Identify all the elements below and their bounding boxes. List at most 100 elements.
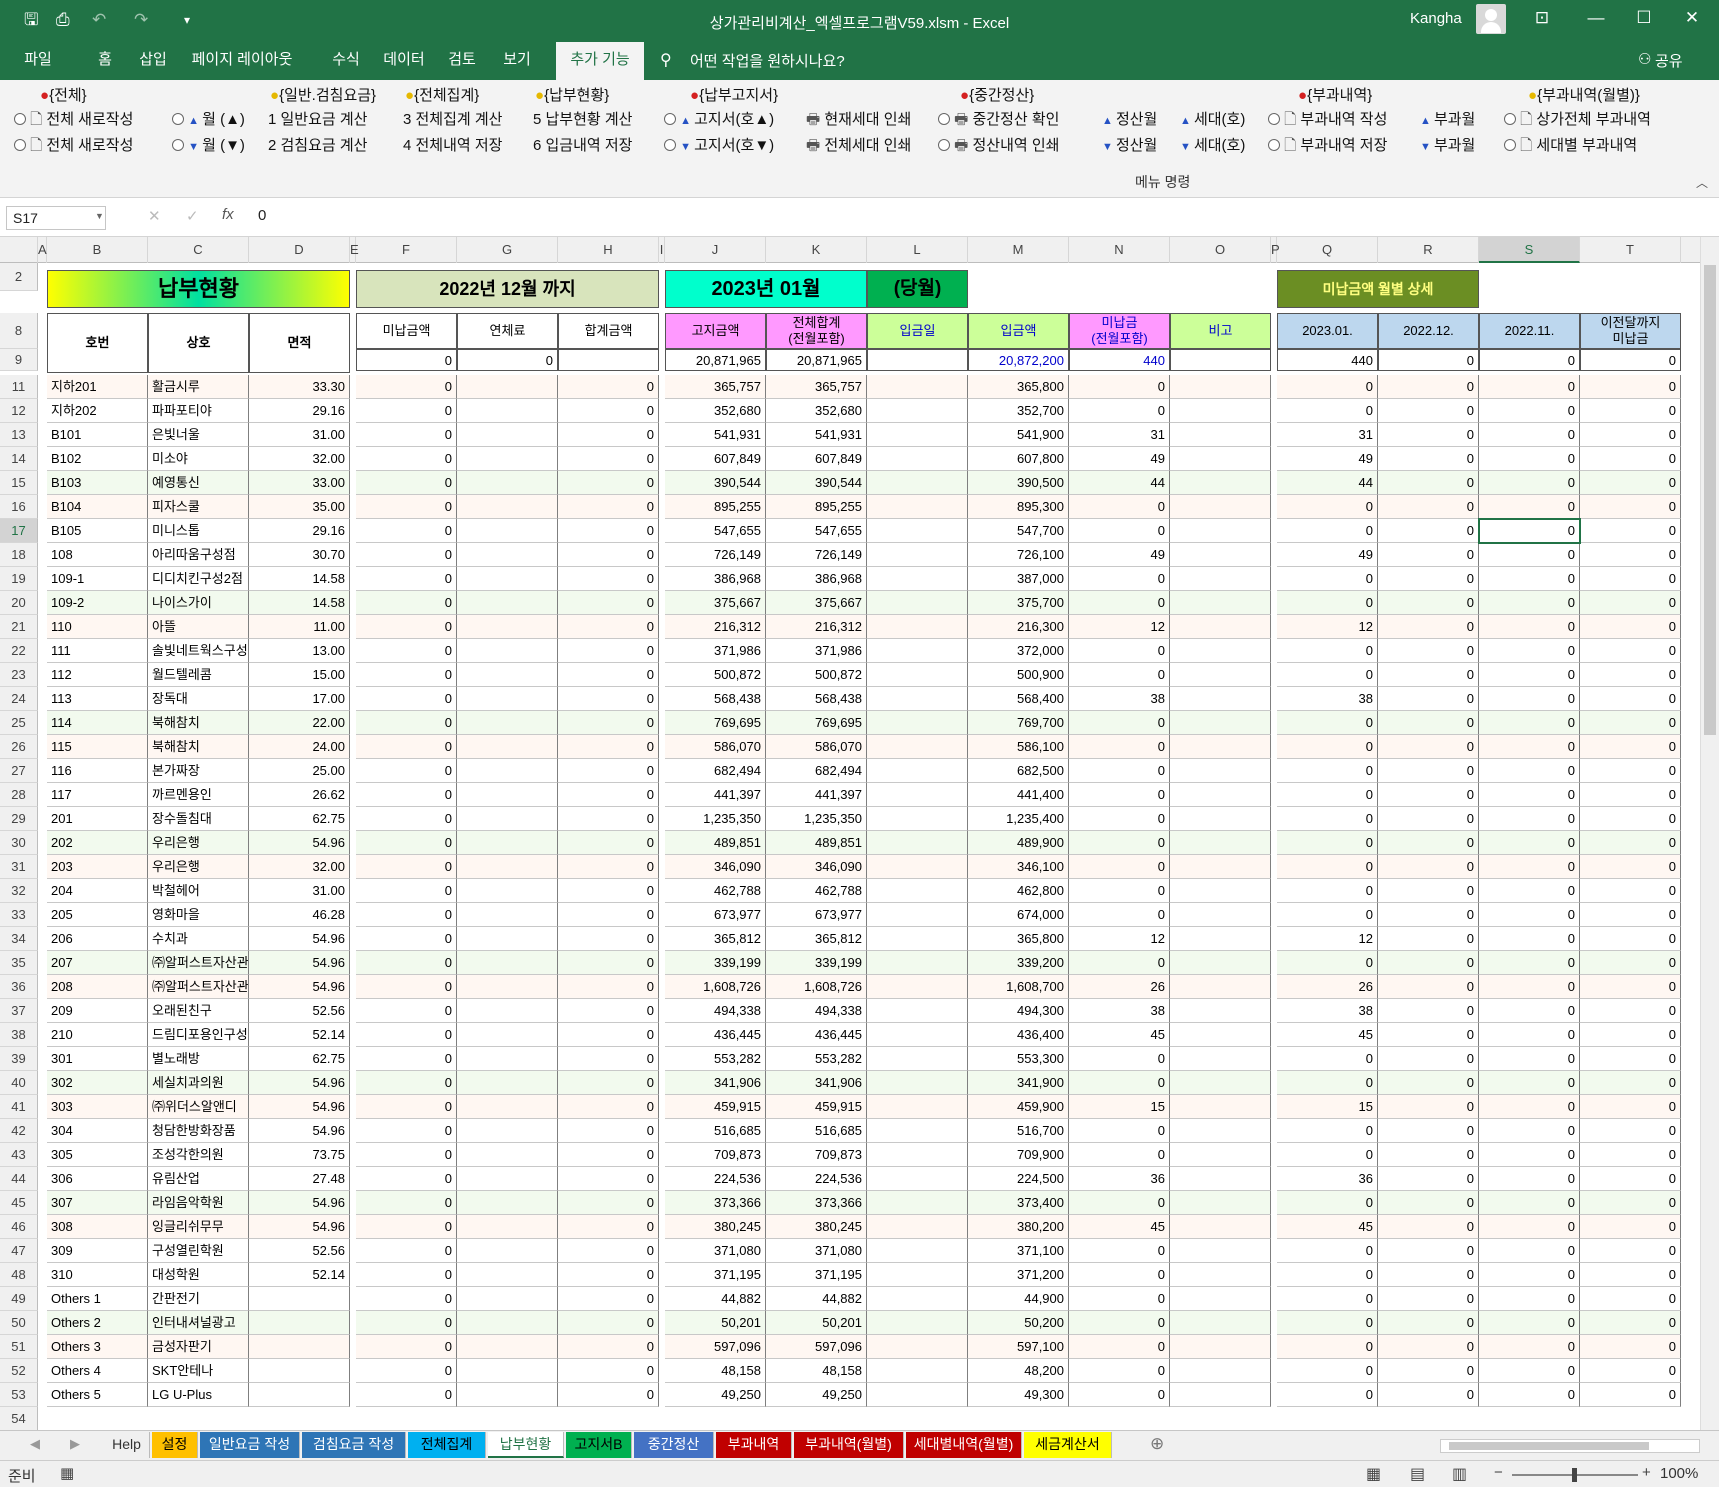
cell-M-23[interactable]: 500,900 <box>968 663 1069 687</box>
zoom-slider[interactable] <box>1512 1468 1638 1482</box>
cell-H-47[interactable]: 0 <box>558 1239 659 1263</box>
cell-F-17[interactable]: 0 <box>356 519 457 543</box>
cell-O-39[interactable] <box>1170 1047 1271 1071</box>
cell-B-33[interactable]: 205 <box>47 903 148 927</box>
cell-R-15[interactable]: 0 <box>1378 471 1479 495</box>
cell-J-28[interactable]: 441,397 <box>665 783 766 807</box>
row-header[interactable]: 21 <box>0 615 38 639</box>
cell-R-47[interactable]: 0 <box>1378 1239 1479 1263</box>
tab-1[interactable]: 홈 <box>80 42 130 80</box>
cancel-icon[interactable]: ✕ <box>148 207 161 225</box>
cell-D-28[interactable]: 26.62 <box>249 783 350 807</box>
cell-J-44[interactable]: 224,536 <box>665 1167 766 1191</box>
ribbon-cmd-row2-7[interactable]: 🖶 정산내역 인쇄 <box>938 136 1059 156</box>
cell-B-52[interactable]: Others 4 <box>47 1359 148 1383</box>
row-header[interactable]: 54 <box>0 1407 38 1430</box>
cell-C-18[interactable]: 아리따움구성점 <box>148 543 249 567</box>
cell-D-44[interactable]: 27.48 <box>249 1167 350 1191</box>
scroll-thumb[interactable] <box>1704 265 1716 735</box>
column-header-F[interactable]: F <box>356 237 457 263</box>
cell-G-37[interactable] <box>457 999 558 1023</box>
cell-O-23[interactable] <box>1170 663 1271 687</box>
cell-D-53[interactable] <box>249 1383 350 1407</box>
cell-M-43[interactable]: 709,900 <box>968 1143 1069 1167</box>
cell-N-33[interactable]: 0 <box>1069 903 1170 927</box>
ribbon-cmd-row2-9[interactable]: ▼ 세대(호) <box>1180 136 1245 157</box>
cell-D-51[interactable] <box>249 1335 350 1359</box>
cell-K-48[interactable]: 371,195 <box>766 1263 867 1287</box>
normal-view-icon[interactable]: ▦ <box>1366 1464 1381 1484</box>
cell-G-14[interactable] <box>457 447 558 471</box>
cell-Q-27[interactable]: 0 <box>1277 759 1378 783</box>
maximize-icon[interactable]: ☐ <box>1622 8 1666 28</box>
column-header-K[interactable]: K <box>766 237 867 263</box>
cell-B-47[interactable]: 309 <box>47 1239 148 1263</box>
cell-T-23[interactable]: 0 <box>1580 663 1681 687</box>
cell-O-12[interactable] <box>1170 399 1271 423</box>
cell-C-51[interactable]: 금성자판기 <box>148 1335 249 1359</box>
cell-C-16[interactable]: 피자스쿨 <box>148 495 249 519</box>
cell-F-36[interactable]: 0 <box>356 975 457 999</box>
sheet-tab-3[interactable]: 검침요금 작성 <box>302 1432 406 1458</box>
cell-M-34[interactable]: 365,800 <box>968 927 1069 951</box>
cell-F-32[interactable]: 0 <box>356 879 457 903</box>
ribbon-cmd-row2-6[interactable]: 🖶 전체세대 인쇄 <box>806 136 911 156</box>
cell-R-49[interactable]: 0 <box>1378 1287 1479 1311</box>
cell-S-12[interactable]: 0 <box>1479 399 1580 423</box>
cell-T-43[interactable]: 0 <box>1580 1143 1681 1167</box>
cell-K-30[interactable]: 489,851 <box>766 831 867 855</box>
cell-R-53[interactable]: 0 <box>1378 1383 1479 1407</box>
cell-F-28[interactable]: 0 <box>356 783 457 807</box>
ribbon-cmd-row1-4[interactable]: 5 납부현황 계산 <box>533 110 632 130</box>
cell-B-43[interactable]: 305 <box>47 1143 148 1167</box>
cell-O-42[interactable] <box>1170 1119 1271 1143</box>
cell-N-23[interactable]: 0 <box>1069 663 1170 687</box>
cell-N-39[interactable]: 0 <box>1069 1047 1170 1071</box>
cell-F-29[interactable]: 0 <box>356 807 457 831</box>
cell-Q-26[interactable]: 0 <box>1277 735 1378 759</box>
sheet-tab-8[interactable]: 부과내역 <box>716 1432 792 1458</box>
ribbon-cmd-row1-7[interactable]: 🖶 중간정산 확인 <box>938 110 1059 130</box>
cell-R-17[interactable]: 0 <box>1378 519 1479 543</box>
cell-R-12[interactable]: 0 <box>1378 399 1479 423</box>
cell-B-32[interactable]: 204 <box>47 879 148 903</box>
cell-R-20[interactable]: 0 <box>1378 591 1479 615</box>
cell-K-20[interactable]: 375,667 <box>766 591 867 615</box>
cell-L-13[interactable] <box>867 423 968 447</box>
cell-Q-53[interactable]: 0 <box>1277 1383 1378 1407</box>
cell-J-40[interactable]: 341,906 <box>665 1071 766 1095</box>
cell-H-46[interactable]: 0 <box>558 1215 659 1239</box>
cell-R-42[interactable]: 0 <box>1378 1119 1479 1143</box>
cell-J-41[interactable]: 459,915 <box>665 1095 766 1119</box>
radio-button[interactable] <box>172 113 184 125</box>
cell-M-40[interactable]: 341,900 <box>968 1071 1069 1095</box>
cell-T-14[interactable]: 0 <box>1580 447 1681 471</box>
cell-K-47[interactable]: 371,080 <box>766 1239 867 1263</box>
cell-H-22[interactable]: 0 <box>558 639 659 663</box>
cell-K-31[interactable]: 346,090 <box>766 855 867 879</box>
cell-G-28[interactable] <box>457 783 558 807</box>
cell-N-32[interactable]: 0 <box>1069 879 1170 903</box>
cell-T-24[interactable]: 0 <box>1580 687 1681 711</box>
cell-C-17[interactable]: 미니스톱 <box>148 519 249 543</box>
row-header[interactable]: 2 <box>0 263 38 291</box>
cell-G-52[interactable] <box>457 1359 558 1383</box>
cell-D-30[interactable]: 54.96 <box>249 831 350 855</box>
cell-D-20[interactable]: 14.58 <box>249 591 350 615</box>
cell-H-41[interactable]: 0 <box>558 1095 659 1119</box>
cell-B-41[interactable]: 303 <box>47 1095 148 1119</box>
cell-R-16[interactable]: 0 <box>1378 495 1479 519</box>
cell-H-49[interactable]: 0 <box>558 1287 659 1311</box>
cell-K-39[interactable]: 553,282 <box>766 1047 867 1071</box>
cell-Q-25[interactable]: 0 <box>1277 711 1378 735</box>
cell-L-19[interactable] <box>867 567 968 591</box>
cell-R-41[interactable]: 0 <box>1378 1095 1479 1119</box>
cell-C-50[interactable]: 인터내셔널광고 <box>148 1311 249 1335</box>
cell-M-22[interactable]: 372,000 <box>968 639 1069 663</box>
cell-D-32[interactable]: 31.00 <box>249 879 350 903</box>
cell-B-49[interactable]: Others 1 <box>47 1287 148 1311</box>
cell-H-44[interactable]: 0 <box>558 1167 659 1191</box>
cell-R-36[interactable]: 0 <box>1378 975 1479 999</box>
column-header-O[interactable]: O <box>1170 237 1271 263</box>
row-header[interactable]: 32 <box>0 879 38 903</box>
